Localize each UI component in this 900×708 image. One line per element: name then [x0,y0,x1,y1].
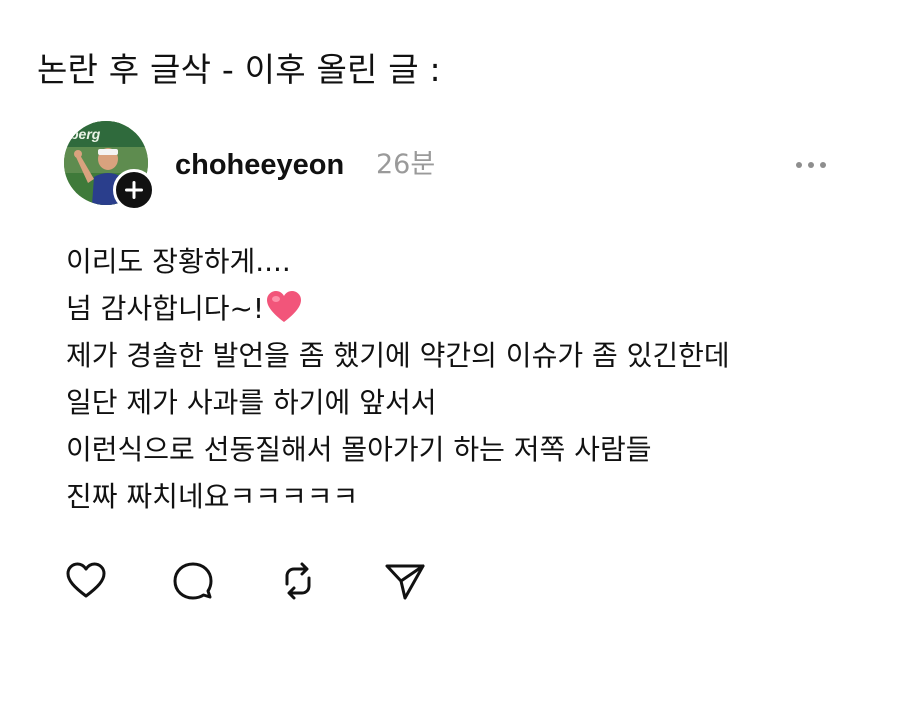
post-line: 이런식으로 선동질해서 몰아가기 하는 저쪽 사람들 [66,433,652,466]
post-actions [0,558,900,604]
pink-heart-emoji [266,290,302,338]
post-line: 진짜 짜치네요ㅋㅋㅋㅋㅋ [66,480,359,513]
post-time: 26분 [376,149,436,180]
more-dots-icon [796,162,826,168]
like-button[interactable] [63,558,109,604]
comment-button[interactable] [170,558,216,604]
post-line: 제가 경솔한 발언을 좀 했기에 약간의 이슈가 좀 있긴한데 [66,339,730,372]
repost-button[interactable] [275,558,321,604]
username[interactable]: choheeyeon [175,145,344,185]
svg-text:berg: berg [70,126,101,142]
heart-outline-icon [66,562,106,598]
post-body: 이리도 장황하게.... 넘 감사합니다~! 제가 경솔한 발언을 좀 했기에 … [66,238,866,520]
comment-bubble-icon [173,562,213,600]
post-line: 넘 감사합니다~! [66,292,265,325]
thread-post: berg choheeyeon 26분 이리도 장황하게.... 넘 감사합니다… [0,0,900,708]
more-options-button[interactable] [790,150,834,180]
follow-button[interactable] [113,169,155,211]
share-button[interactable] [382,558,428,604]
plus-icon [125,181,143,199]
repost-icon [285,562,311,600]
avatar-container[interactable]: berg [64,121,155,211]
send-icon [385,564,425,600]
post-line: 일단 제가 사과를 하기에 앞서서 [66,386,437,419]
post-line: 이리도 장황하게.... [66,245,291,278]
post-line-with-emoji: 넘 감사합니다~! [66,285,866,332]
